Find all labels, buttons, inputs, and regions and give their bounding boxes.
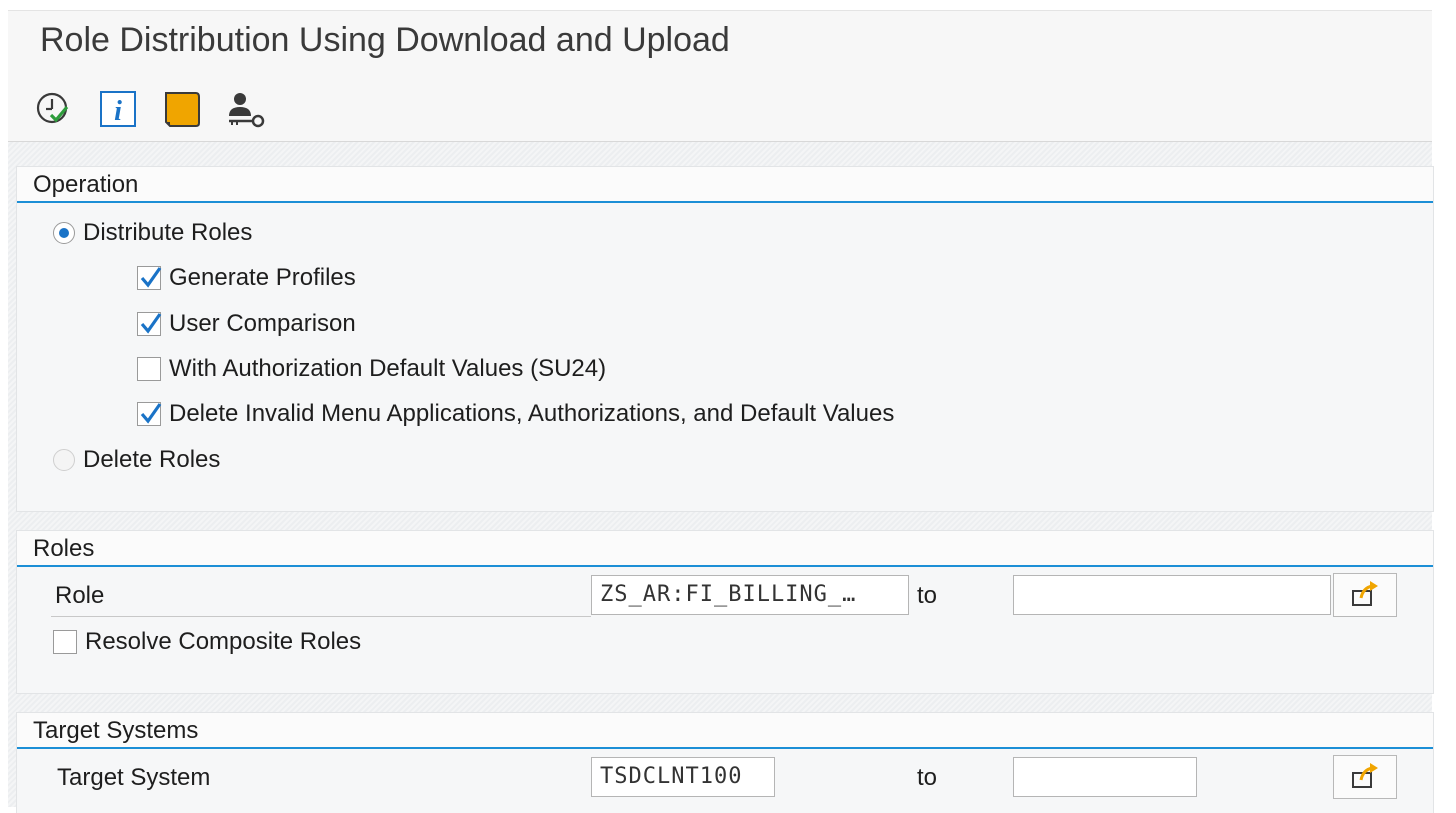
delete-invalid-option[interactable]: Delete Invalid Menu Applications, Author… <box>137 400 894 428</box>
resolve-composite-label: Resolve Composite Roles <box>85 628 362 655</box>
target-systems-group: Target Systems Target System TSDCLNT100 … <box>16 712 1434 813</box>
variant-icon[interactable] <box>162 89 202 129</box>
user-key-icon[interactable] <box>226 89 266 129</box>
role-from-input[interactable]: ZS_AR:FI_BILLING_… <box>591 575 909 615</box>
distribute-roles-radio[interactable] <box>53 222 75 244</box>
application-toolbar: i <box>8 75 1432 142</box>
auth-default-values-checkbox[interactable] <box>137 357 161 381</box>
generate-profiles-label: Generate Profiles <box>169 264 356 291</box>
user-comparison-label: User Comparison <box>169 310 356 337</box>
execute-icon[interactable] <box>34 89 74 129</box>
operation-group: Operation Distribute Roles Generate Prof… <box>16 166 1434 512</box>
multiple-selection-icon <box>1352 581 1378 606</box>
roles-heading: Roles <box>33 535 95 562</box>
role-to-input[interactable] <box>1013 575 1331 615</box>
target-system-label: Target System <box>57 764 211 791</box>
auth-default-values-label: With Authorization Default Values (SU24) <box>169 355 607 382</box>
page-title: Role Distribution Using Download and Upl… <box>40 21 730 59</box>
selection-screen: Operation Distribute Roles Generate Prof… <box>8 142 1434 813</box>
role-label-underline <box>51 616 591 617</box>
title-bar: Role Distribution Using Download and Upl… <box>8 10 1432 76</box>
auth-default-values-option[interactable]: With Authorization Default Values (SU24) <box>137 355 606 383</box>
delete-roles-radio[interactable] <box>53 449 75 471</box>
delete-invalid-checkbox[interactable] <box>137 402 162 426</box>
resolve-composite-checkbox[interactable] <box>53 630 77 654</box>
delete-roles-option[interactable]: Delete Roles <box>53 446 220 474</box>
delete-invalid-label: Delete Invalid Menu Applications, Author… <box>169 400 895 427</box>
target-system-to-label: to <box>917 764 938 791</box>
target-systems-group-header: Target Systems <box>17 713 1433 749</box>
role-multiple-selection-button[interactable] <box>1333 573 1397 617</box>
user-comparison-option[interactable]: User Comparison <box>137 310 356 338</box>
target-system-from-input[interactable]: TSDCLNT100 <box>591 757 775 797</box>
role-to-label: to <box>917 582 938 609</box>
target-system-multiple-selection-button[interactable] <box>1333 755 1397 799</box>
roles-group-header: Roles <box>17 531 1433 567</box>
user-comparison-checkbox[interactable] <box>137 312 162 336</box>
generate-profiles-option[interactable]: Generate Profiles <box>137 264 356 292</box>
roles-group: Roles Role ZS_AR:FI_BILLING_… to Resolve… <box>16 530 1434 694</box>
operation-group-header: Operation <box>17 167 1433 203</box>
role-label: Role <box>55 582 105 609</box>
info-icon[interactable]: i <box>98 89 138 129</box>
multiple-selection-icon <box>1352 763 1378 788</box>
delete-roles-label: Delete Roles <box>83 446 221 473</box>
target-systems-heading: Target Systems <box>33 717 199 744</box>
generate-profiles-checkbox[interactable] <box>137 266 162 290</box>
distribute-roles-label: Distribute Roles <box>83 219 253 246</box>
resolve-composite-option[interactable]: Resolve Composite Roles <box>53 628 361 656</box>
svg-text:i: i <box>114 96 122 127</box>
target-system-to-input[interactable] <box>1013 757 1197 797</box>
operation-heading: Operation <box>33 171 139 198</box>
distribute-roles-option[interactable]: Distribute Roles <box>53 219 252 247</box>
